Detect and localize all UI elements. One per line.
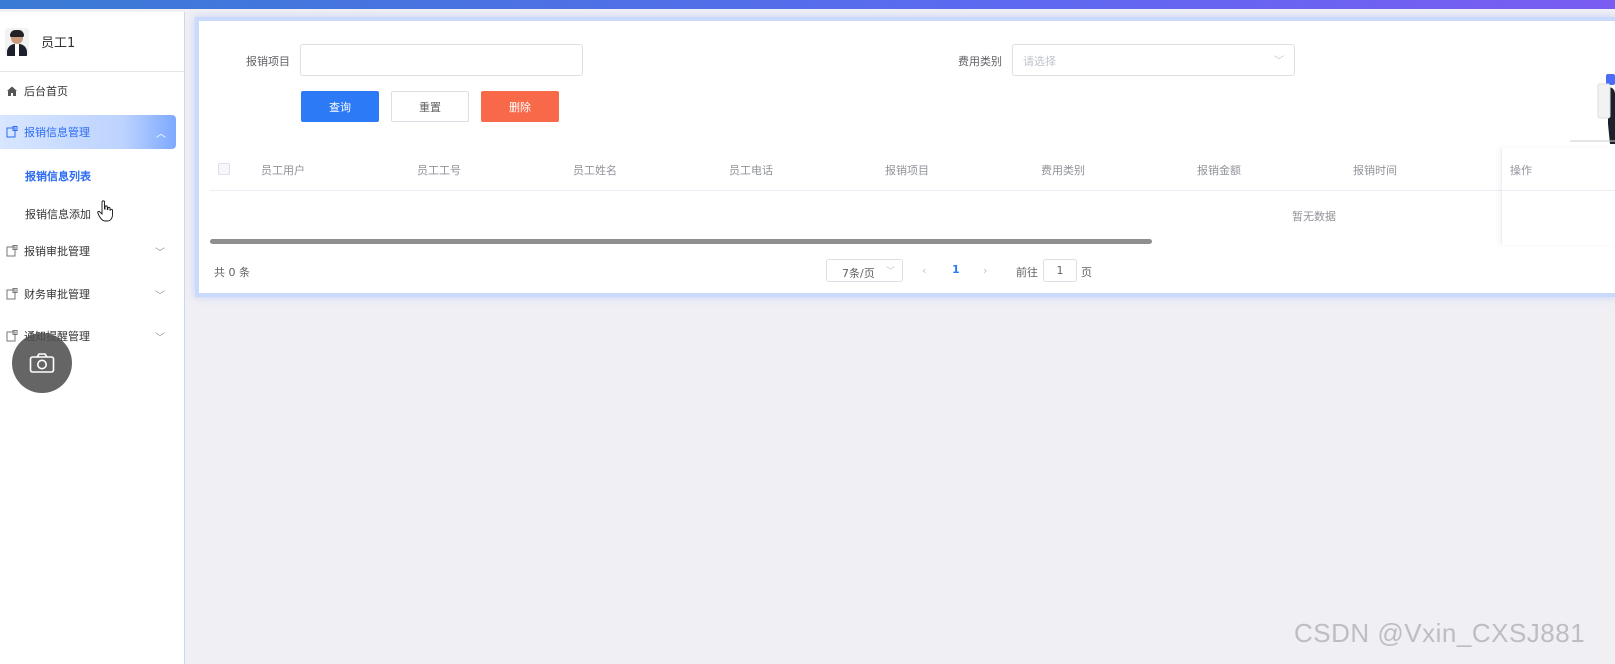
page-number[interactable]: 1 xyxy=(952,263,960,276)
sidebar-item-home[interactable]: 后台首页 xyxy=(0,74,185,108)
document-icon xyxy=(6,330,18,342)
expense-category-select[interactable]: 请选择 ﹀ xyxy=(1012,44,1295,76)
goto-page-input[interactable]: 1 xyxy=(1043,259,1077,282)
pagination-total: 共 0 条 xyxy=(214,266,250,279)
chevron-down-icon: ﹀ xyxy=(155,332,165,344)
camera-icon xyxy=(29,353,55,373)
user-profile[interactable]: 员工1 xyxy=(0,12,184,72)
chevron-down-icon: ﹀ xyxy=(885,267,895,277)
reset-button[interactable]: 重置 xyxy=(391,91,469,122)
table-header: 员工用户 员工工号 员工姓名 员工电话 报销项目 费用类别 报销金额 报销时间 xyxy=(210,148,1615,191)
username: 员工1 xyxy=(41,36,76,51)
watermark: CSDN @Vxin_CXSJ881 xyxy=(1294,618,1586,648)
screenshot-camera-button[interactable] xyxy=(12,333,72,393)
delete-button[interactable]: 删除 xyxy=(481,91,559,122)
empty-text: 暂无数据 xyxy=(1292,210,1336,223)
sidebar-item-label: 财务审批管理 xyxy=(24,288,90,301)
column-header[interactable]: 员工电话 xyxy=(729,162,773,178)
sidebar-subitem-expense-list[interactable]: 报销信息列表 xyxy=(25,168,91,184)
column-header[interactable]: 报销项目 xyxy=(885,162,929,178)
sidebar-item-label: 后台首页 xyxy=(24,85,68,98)
decorative-illustration xyxy=(1570,74,1615,144)
column-header[interactable]: 报销时间 xyxy=(1353,162,1397,178)
column-header: 操作 xyxy=(1510,164,1532,177)
expense-table: 员工用户 员工工号 员工姓名 员工电话 报销项目 费用类别 报销金额 报销时间 … xyxy=(210,148,1615,245)
prev-page-icon[interactable]: ‹ xyxy=(922,264,926,277)
sidebar-item-label: 报销信息管理 xyxy=(24,126,90,139)
document-icon xyxy=(6,126,18,138)
next-page-icon[interactable]: › xyxy=(983,264,987,277)
avatar xyxy=(5,27,29,56)
chevron-down-icon: ﹀ xyxy=(1274,56,1284,67)
column-header[interactable]: 员工姓名 xyxy=(573,162,617,178)
column-header[interactable]: 报销金额 xyxy=(1197,162,1241,178)
chevron-down-icon: ﹀ xyxy=(155,290,165,302)
sidebar-subitem-expense-add[interactable]: 报销信息添加 xyxy=(25,206,91,222)
hand-cursor-icon xyxy=(97,200,113,222)
page-unit-label: 页 xyxy=(1081,266,1092,279)
query-button[interactable]: 查询 xyxy=(301,91,379,122)
document-icon xyxy=(6,245,18,257)
chevron-up-icon: ︿ xyxy=(156,128,166,140)
expense-item-label: 报销项目 xyxy=(246,55,290,68)
sidebar-item-expense-info[interactable]: 报销信息管理 ︿ xyxy=(0,115,176,149)
page-size-select[interactable]: 7条/页 ﹀ xyxy=(826,259,903,282)
expense-category-label: 费用类别 xyxy=(958,55,1002,68)
sidebar-item-expense-approval[interactable]: 报销审批管理 ﹀ xyxy=(0,234,185,268)
sidebar-item-finance-approval[interactable]: 财务审批管理 ﹀ xyxy=(0,277,185,311)
chevron-down-icon: ﹀ xyxy=(155,247,165,259)
sidebar-item-label: 报销审批管理 xyxy=(24,245,90,258)
column-header[interactable]: 费用类别 xyxy=(1041,162,1085,178)
column-header[interactable]: 员工工号 xyxy=(417,162,461,178)
column-header[interactable]: 员工用户 xyxy=(261,162,305,178)
select-all-checkbox[interactable] xyxy=(218,163,230,175)
expense-item-input[interactable] xyxy=(300,44,583,76)
top-gradient-bar xyxy=(0,0,1615,9)
fixed-operation-column: 操作 xyxy=(1501,148,1615,245)
select-placeholder: 请选择 xyxy=(1023,55,1056,68)
goto-label: 前往 xyxy=(1016,266,1038,279)
horizontal-scrollbar[interactable] xyxy=(210,239,1152,244)
home-icon xyxy=(6,85,18,97)
document-icon xyxy=(6,288,18,300)
